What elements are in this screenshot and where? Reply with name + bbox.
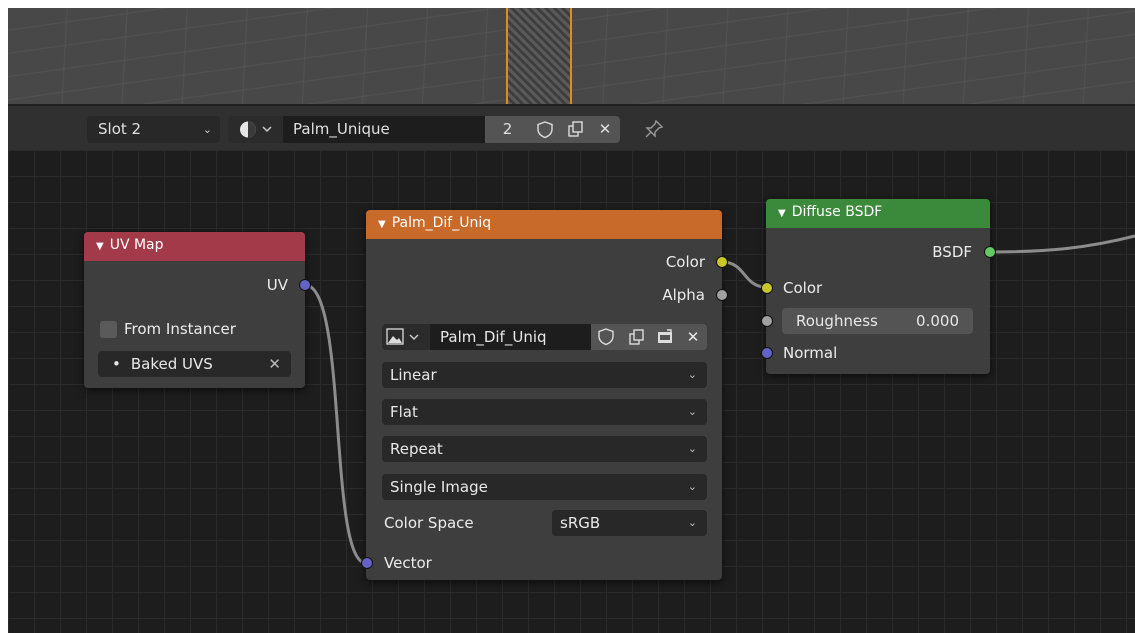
alpha-output-socket[interactable]: [716, 289, 728, 301]
diffuse-bsdf-node-header[interactable]: ▼ Diffuse BSDF: [766, 199, 990, 228]
extension-dropdown[interactable]: Repeat ⌄: [382, 436, 707, 462]
blender-window: Slot 2 ⌄ Palm_Unique 2 ✕ ▼ UV Map UV Fro…: [0, 0, 1135, 633]
color-output-label: Color: [665, 253, 705, 271]
interpolation-value: Linear: [390, 366, 437, 384]
projection-dropdown[interactable]: Flat ⌄: [382, 399, 707, 425]
chevron-down-icon: ⌄: [687, 405, 697, 418]
normal-input-socket[interactable]: [761, 347, 773, 359]
roughness-slider[interactable]: Roughness 0.000: [782, 308, 973, 334]
collapse-triangle-icon[interactable]: ▼: [378, 219, 386, 230]
roughness-label: Roughness: [796, 312, 878, 330]
node-editor-canvas[interactable]: ▼ UV Map UV From Instancer • Baked UVS ✕ ▼…: [8, 150, 1135, 633]
color-space-dropdown[interactable]: sRGB ⌄: [552, 510, 707, 536]
fake-user-shield-icon[interactable]: [591, 324, 621, 350]
chevron-down-icon: ⌄: [202, 123, 212, 136]
uv-map-node-title: UV Map: [109, 237, 164, 253]
color-input-socket[interactable]: [761, 282, 773, 294]
chevron-down-icon: ⌄: [687, 516, 697, 529]
alpha-output-label: Alpha: [662, 286, 705, 304]
bsdf-output-label: BSDF: [932, 243, 972, 261]
extension-value: Repeat: [390, 440, 443, 458]
image-texture-node-title: Palm_Dif_Uniq: [391, 215, 492, 231]
pin-icon[interactable]: [642, 116, 666, 151]
from-instancer-label: From Instancer: [124, 320, 236, 338]
material-name-field[interactable]: Palm_Unique: [283, 116, 485, 143]
vector-input-label: Vector: [384, 554, 432, 572]
clear-uv-icon[interactable]: ✕: [268, 351, 281, 377]
color-space-value: sRGB: [560, 514, 601, 532]
duplicate-icon[interactable]: [560, 116, 590, 143]
fake-user-shield-icon[interactable]: [530, 116, 560, 143]
color-space-label: Color Space: [384, 514, 474, 532]
bsdf-output-socket[interactable]: [984, 246, 996, 258]
vector-input-socket[interactable]: [361, 557, 373, 569]
node-editor-header: Slot 2 ⌄ Palm_Unique 2 ✕: [8, 104, 1135, 152]
uv-map-node-header[interactable]: ▼ UV Map: [84, 232, 305, 261]
close-icon[interactable]: ✕: [590, 116, 620, 143]
source-value: Single Image: [390, 478, 488, 496]
image-texture-node[interactable]: ▼ Palm_Dif_Uniq Color Alpha Palm_Dif_Uniq: [361, 210, 728, 580]
interpolation-dropdown[interactable]: Linear ⌄: [382, 362, 707, 388]
diffuse-bsdf-node[interactable]: ▼ Diffuse BSDF BSDF Color Roughness 0.000…: [761, 199, 996, 374]
color-input-label: Color: [783, 279, 823, 297]
material-slot-dropdown[interactable]: Slot 2 ⌄: [87, 116, 220, 143]
browse-image-button[interactable]: [382, 324, 432, 350]
duplicate-image-icon[interactable]: [621, 324, 651, 350]
image-name-field[interactable]: Palm_Dif_Uniq: [430, 324, 591, 350]
open-image-icon[interactable]: [651, 324, 679, 350]
browse-material-button[interactable]: [228, 116, 284, 143]
roughness-value: 0.000: [916, 312, 959, 330]
3d-viewport[interactable]: [8, 8, 1135, 104]
material-sphere-icon: [240, 121, 272, 138]
chevron-down-icon: ⌄: [687, 368, 697, 381]
selected-palm-trunk[interactable]: [506, 8, 572, 104]
chevron-down-icon: ⌄: [687, 442, 697, 455]
projection-value: Flat: [390, 403, 418, 421]
collapse-triangle-icon[interactable]: ▼: [96, 241, 104, 252]
diffuse-bsdf-node-title: Diffuse BSDF: [791, 204, 883, 220]
uv-map-selector[interactable]: • Baked UVS ✕: [98, 351, 291, 377]
source-dropdown[interactable]: Single Image ⌄: [382, 474, 707, 500]
normal-input-label: Normal: [783, 344, 838, 362]
unlink-image-icon[interactable]: ✕: [679, 324, 707, 350]
image-texture-node-header[interactable]: ▼ Palm_Dif_Uniq: [366, 210, 722, 239]
material-user-count[interactable]: 2: [485, 116, 530, 143]
slot-label: Slot 2: [98, 120, 142, 138]
bullet-icon: •: [112, 355, 121, 373]
uv-output-label: UV: [266, 276, 288, 294]
uv-map-name: Baked UVS: [130, 355, 213, 373]
roughness-input-socket[interactable]: [761, 315, 773, 327]
from-instancer-checkbox[interactable]: [100, 321, 117, 338]
collapse-triangle-icon[interactable]: ▼: [778, 208, 786, 219]
uv-map-node[interactable]: ▼ UV Map UV From Instancer • Baked UVS ✕: [84, 232, 311, 388]
color-output-socket[interactable]: [716, 256, 728, 268]
chevron-down-icon: ⌄: [687, 480, 697, 493]
image-icon: [386, 328, 419, 345]
uv-output-socket[interactable]: [299, 279, 311, 291]
